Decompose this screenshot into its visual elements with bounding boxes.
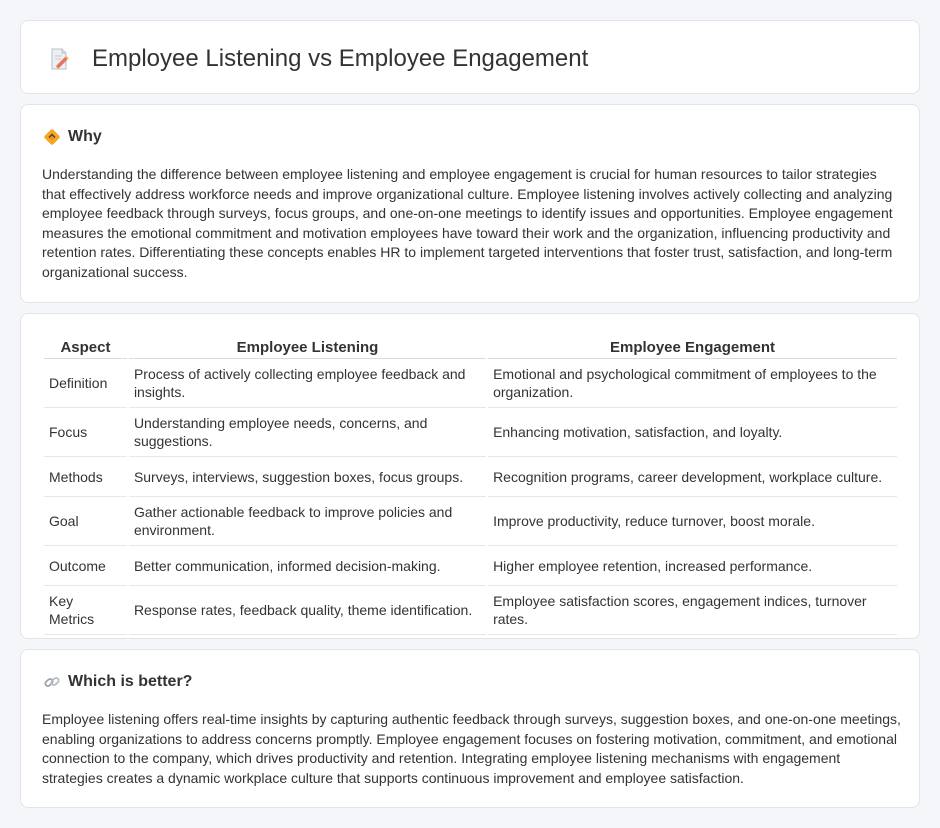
row-aspect: Outcome: [44, 546, 127, 586]
which-is-better-section: Which is better? Employee listening offe…: [20, 649, 920, 808]
table-row: Goal Gather actionable feedback to impro…: [44, 497, 897, 546]
header-employee-listening: Employee Listening: [128, 337, 487, 359]
row-engagement: Improve productivity, reduce turnover, b…: [488, 497, 897, 546]
better-text: Employee listening offers real-time insi…: [42, 711, 901, 786]
row-engagement: Employee satisfaction scores, engagement…: [488, 586, 897, 635]
table-row: Focus Understanding employee needs, conc…: [44, 408, 897, 457]
row-listening: Process of actively collecting employee …: [128, 359, 487, 408]
better-title: Which is better?: [68, 673, 193, 690]
diamond-sign-icon: [44, 129, 60, 145]
row-listening: Surveys, interviews, suggestion boxes, f…: [128, 457, 487, 497]
row-listening: Better communication, informed decision-…: [128, 546, 487, 586]
table-row: Outcome Better communication, informed d…: [44, 546, 897, 586]
row-aspect: Key Metrics: [44, 586, 127, 635]
document-pencil-icon: [51, 48, 69, 70]
why-text: Understanding the difference between emp…: [42, 166, 893, 280]
table-row: Key Metrics Response rates, feedback qua…: [44, 586, 897, 635]
row-aspect: Focus: [44, 408, 127, 457]
why-title: Why: [68, 128, 102, 145]
row-engagement: Higher employee retention, increased per…: [488, 546, 897, 586]
comparison-table: Aspect Employee Listening Employee Engag…: [42, 337, 899, 635]
row-engagement: Recognition programs, career development…: [488, 457, 897, 497]
page-title: Employee Listening vs Employee Engagemen…: [92, 45, 589, 72]
row-listening: Understanding employee needs, concerns, …: [128, 408, 487, 457]
link-icon: [44, 677, 60, 687]
header-employee-engagement: Employee Engagement: [488, 337, 897, 359]
row-engagement: Emotional and psychological commitment o…: [488, 359, 897, 408]
header-aspect: Aspect: [44, 337, 127, 359]
row-engagement: Enhancing motivation, satisfaction, and …: [488, 408, 897, 457]
better-heading: Which is better?: [43, 672, 192, 692]
row-aspect: Definition: [44, 359, 127, 408]
table-row: Methods Surveys, interviews, suggestion …: [44, 457, 897, 497]
row-aspect: Goal: [44, 497, 127, 546]
table-row: Definition Process of actively collectin…: [44, 359, 897, 408]
why-section: Why Understanding the difference between…: [20, 104, 920, 303]
row-listening: Gather actionable feedback to improve po…: [128, 497, 487, 546]
header-card: Employee Listening vs Employee Engagemen…: [20, 20, 920, 94]
comparison-table-card: Aspect Employee Listening Employee Engag…: [20, 313, 920, 639]
row-aspect: Methods: [44, 457, 127, 497]
row-listening: Response rates, feedback quality, theme …: [128, 586, 487, 635]
why-heading: Why: [43, 127, 102, 147]
table-header-row: Aspect Employee Listening Employee Engag…: [44, 337, 897, 359]
